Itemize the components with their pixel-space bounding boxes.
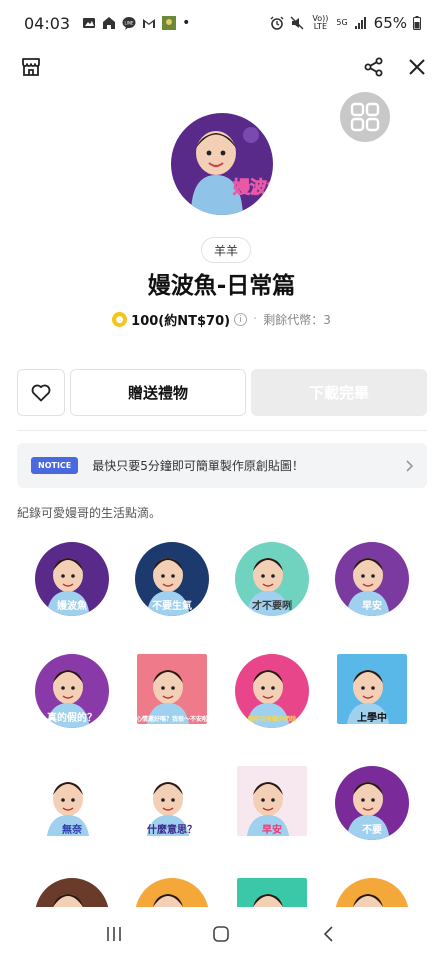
remaining-coins: 剩餘代幣：3: [263, 313, 331, 327]
sticker-item[interactable]: 不要: [332, 763, 412, 843]
gallery-icon: [83, 18, 96, 28]
sticker-image: 嫚波魚: [35, 542, 109, 616]
chevron-right-icon: [406, 459, 414, 472]
close-icon: [409, 59, 425, 75]
sticker-image: 早安: [335, 542, 409, 616]
sticker-caption: 心情還好嗎？我很～不安啦: [136, 715, 208, 723]
network-5g-label: 5G: [336, 18, 348, 27]
sticker-caption: 不要: [362, 824, 382, 836]
more-notifications-icon: •: [182, 15, 191, 31]
mute-icon: [290, 16, 304, 30]
download-complete-button[interactable]: 下載完畢: [251, 369, 427, 416]
sticker-item[interactable]: 嗚哇我有聽你們說: [232, 651, 312, 731]
price-label: 100(約NT$70): [131, 314, 231, 329]
sticker-item[interactable]: 嫚波魚: [32, 539, 112, 619]
sticker-grid: 嫚波魚 不要生氣 才不要咧 早安 真的假的？ 心情還好嗎？我很～不安啦 嗚哇我有聽你們說 上學…: [0, 535, 443, 907]
sticker-item[interactable]: 無奈: [32, 763, 112, 843]
app-thumbnail-icon: [162, 16, 177, 30]
info-icon[interactable]: i: [234, 313, 248, 326]
sticker-image: 早安: [237, 766, 307, 836]
system-nav-bar: [0, 908, 443, 960]
recents-button[interactable]: [94, 914, 134, 954]
sticker-image: 不要: [335, 766, 409, 840]
coin-icon: ●: [112, 312, 128, 327]
sticker-grid-button[interactable]: [340, 92, 390, 142]
app-header: [0, 52, 443, 82]
sticker-item[interactable]: [232, 875, 312, 907]
sticker-caption: 嫚波魚: [57, 599, 87, 612]
sticker-image: 上學中: [337, 654, 407, 724]
home-button[interactable]: [201, 914, 241, 954]
sticker-image: 窗里: [35, 878, 109, 907]
sticker-title: 嫚波魚-日常篇: [147, 273, 296, 299]
sticker-item[interactable]: 早安: [232, 763, 312, 843]
store-icon: [22, 58, 40, 76]
sticker-caption: 真的假的？: [47, 711, 97, 724]
notice-badge: NOTICE: [31, 457, 79, 474]
sticker-image: 才不要咧: [235, 542, 309, 616]
signal-icon: [354, 17, 366, 29]
sticker-image: 嗚哇我有聽你們說: [235, 654, 309, 728]
sticker-item[interactable]: 上學中: [332, 651, 412, 731]
close-button[interactable]: [404, 54, 430, 80]
sticker-caption: 才不要咧: [252, 599, 292, 612]
sticker-item[interactable]: [132, 875, 212, 907]
sticker-caption: 不要生氣: [152, 599, 192, 612]
store-button[interactable]: [18, 54, 44, 80]
sticker-description: 紀錄可愛嫚哥的生活點滴。: [17, 506, 162, 520]
sticker-item[interactable]: 早安: [332, 539, 412, 619]
volte-label: Vo)) LTE: [312, 14, 329, 31]
alarm-icon: [270, 16, 284, 30]
sticker-caption: 什麼意思？: [147, 823, 197, 836]
sticker-item[interactable]: 什麼意思？: [132, 763, 212, 843]
sticker-caption: 嗚哇我有聽你們說: [248, 715, 296, 723]
sticker-image: 不要生氣: [135, 542, 209, 616]
sticker-image: [237, 878, 307, 907]
sticker-image: 心情還好嗎？我很～不安啦: [136, 654, 208, 724]
sticker-caption: 早安: [362, 599, 382, 612]
sticker-image: 什麼意思？: [137, 766, 207, 836]
notice-text: 最快只要5分鐘即可簡單製作原創貼圖！: [92, 459, 304, 473]
status-time: 04:03: [24, 13, 71, 33]
sticker-item[interactable]: 窗里: [32, 875, 112, 907]
sticker-item[interactable]: 真的假的？: [32, 651, 112, 731]
sticker-image: 無奈: [37, 766, 107, 836]
sticker-caption: 早安: [262, 823, 282, 836]
line-app-icon: LINE: [122, 17, 136, 30]
sticker-image: 真的假的？: [35, 654, 109, 728]
home-status-icon: [103, 17, 116, 29]
back-button[interactable]: [309, 914, 349, 954]
gmail-icon: [143, 19, 156, 28]
sticker-caption: 無奈: [62, 823, 83, 836]
recents-icon: [107, 927, 121, 941]
svg-text:LINE: LINE: [125, 21, 134, 26]
share-icon: [364, 57, 383, 77]
sticker-caption: 上學中: [357, 711, 387, 724]
battery-percent: 65%: [373, 14, 407, 32]
notice-banner[interactable]: NOTICE 最快只要5分鐘即可簡單製作原創貼圖！: [17, 443, 427, 488]
sticker-item[interactable]: [332, 875, 412, 907]
sticker-image: [135, 878, 209, 907]
author-chip[interactable]: 羊羊: [201, 237, 252, 263]
sticker-item[interactable]: 才不要咧: [232, 539, 312, 619]
status-bar: 04:03 LINE • Vo)) LTE 5G 65%: [0, 0, 443, 46]
price-row: ● 100(約NT$70) i · 剩餘代幣：3: [0, 310, 443, 329]
separator-dot: ·: [253, 312, 258, 327]
share-button[interactable]: [361, 54, 387, 80]
heart-icon: [31, 384, 51, 401]
sticker-image: [335, 878, 409, 907]
grid-icon: [350, 102, 380, 132]
cover-logo-text: 嫚波魚: [233, 177, 273, 198]
gift-button[interactable]: 贈送禮物: [70, 369, 246, 416]
divider: [17, 430, 427, 431]
sticker-item[interactable]: 不要生氣: [132, 539, 212, 619]
sticker-item[interactable]: 心情還好嗎？我很～不安啦: [132, 651, 212, 731]
battery-icon: [413, 16, 421, 30]
home-icon: [213, 926, 230, 942]
sticker-cover-image: 嫚波魚: [171, 113, 273, 215]
favorite-button[interactable]: [17, 369, 65, 416]
back-icon: [324, 926, 333, 942]
action-bar: 贈送禮物 下載完畢: [17, 369, 427, 416]
